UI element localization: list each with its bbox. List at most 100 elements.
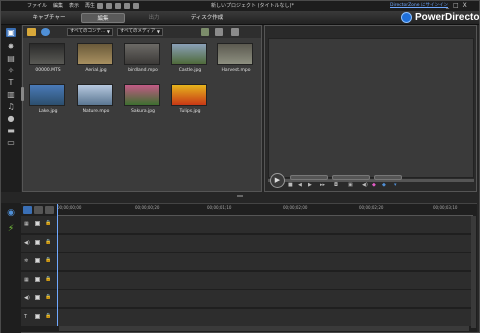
minimize-icon[interactable]: _ <box>446 2 449 10</box>
timeline-vertical-scrollbar[interactable] <box>471 216 476 328</box>
timeline-playhead[interactable] <box>57 204 58 326</box>
fast-forward-icon[interactable]: ▸▸ <box>320 182 325 188</box>
pip-room-icon[interactable]: ▤ <box>6 54 16 63</box>
3d-glasses-icon[interactable]: ◆ <box>372 182 376 188</box>
track-body[interactable] <box>58 308 471 326</box>
redo-icon[interactable] <box>133 3 139 9</box>
subtitle-room-icon[interactable]: ▭ <box>6 138 16 147</box>
track-lock-icon[interactable]: 🔒 <box>45 294 51 300</box>
panel-collapse-handle[interactable] <box>21 87 24 101</box>
title-bar: ファイル 編集 表示 再生 新しいプロジェクト (タイトルなし)* Direct… <box>1 1 479 11</box>
track-body[interactable] <box>58 253 471 270</box>
menu-file[interactable]: ファイル <box>27 2 47 10</box>
media-item[interactable]: Lake.jpg <box>29 84 67 115</box>
track-lock-icon[interactable]: 🔒 <box>45 257 51 263</box>
media-item[interactable]: 00000.MTS <box>29 43 67 74</box>
stop-icon[interactable]: ■ <box>288 182 293 188</box>
menu-view[interactable]: 表示 <box>69 2 79 10</box>
close-icon[interactable]: X <box>463 2 467 10</box>
transition-room-icon[interactable]: ▥ <box>6 90 16 99</box>
content-filter-dropdown[interactable]: すべてのコンテ... ▼ <box>67 28 113 36</box>
library-menu-icon[interactable] <box>201 28 209 36</box>
timeline-view-icon[interactable] <box>23 206 32 214</box>
play-button[interactable]: ▶ <box>270 173 285 188</box>
track-lock-icon[interactable]: 🔒 <box>45 220 51 226</box>
save-project-icon[interactable] <box>115 3 121 9</box>
timeline-horizontal-scrollbar[interactable] <box>59 326 469 331</box>
media-item[interactable]: Sakura.jpg <box>124 84 162 115</box>
track-header: ▦ 🔒 <box>21 271 57 289</box>
track-body[interactable] <box>58 290 471 307</box>
track-enable-checkbox[interactable] <box>35 258 40 263</box>
timeline-view-buttons <box>21 206 54 214</box>
preview-quality-icon[interactable]: ◆ <box>382 182 386 188</box>
timeline-ruler[interactable]: 00;00;00;00 00;00;00;20 00;00;01;10 00;00;0… <box>57 204 473 216</box>
undo-icon[interactable] <box>124 3 130 9</box>
particle-room-icon[interactable]: ✧ <box>6 66 16 75</box>
chapter-room-icon[interactable]: ▬ <box>6 126 16 135</box>
track-body[interactable] <box>58 234 471 252</box>
media-item[interactable]: birdland.mpo <box>124 43 162 74</box>
track-body[interactable] <box>58 271 471 289</box>
effect-room-icon[interactable]: ✸ <box>6 42 16 51</box>
media-item[interactable]: Aerial.jpg <box>77 43 115 74</box>
menu-edit[interactable]: 編集 <box>53 2 63 10</box>
track-enable-checkbox[interactable] <box>35 221 40 226</box>
snapshot-icon[interactable]: ◘ <box>334 182 338 188</box>
storyboard-mode-icon[interactable] <box>34 206 43 214</box>
fix-enhance-icon[interactable]: ⚡ <box>5 223 17 235</box>
media-item-label: Harvest.mpo <box>221 68 251 73</box>
clip-mode-toggle[interactable] <box>290 175 328 180</box>
open-project-icon[interactable] <box>106 3 112 9</box>
media-room-icon[interactable]: ▣ <box>6 28 16 37</box>
track-enable-checkbox[interactable] <box>35 295 40 300</box>
tab-capture[interactable]: キャプチャー <box>31 13 67 23</box>
storyboard-view-icon[interactable] <box>215 28 223 36</box>
track-enable-checkbox[interactable] <box>35 239 40 245</box>
track-header: ✲ 🔒 <box>21 253 57 270</box>
playback-controls: ▶ ■ ◀ ▶ ▸▸ ◘ ▣ ◀) ◆ ◆ ▾ <box>268 171 474 191</box>
track-manager-icon[interactable] <box>45 206 54 214</box>
media-item[interactable]: Castle.jpg <box>171 43 209 74</box>
download-media-icon[interactable] <box>41 28 50 36</box>
tab-edit[interactable]: 編集 <box>81 13 125 23</box>
track-lock-icon[interactable]: 🔒 <box>45 276 51 282</box>
audio-mixing-room-icon[interactable]: ♫ <box>6 102 16 111</box>
image-thumb <box>77 43 113 65</box>
track-enable-checkbox[interactable] <box>35 313 40 319</box>
brand-name: PowerDirector <box>415 12 480 23</box>
undock-icon[interactable]: ▾ <box>394 182 397 188</box>
media-item[interactable]: Tulips.jpg <box>171 84 209 115</box>
image-thumb <box>124 43 160 65</box>
maximize-icon[interactable]: □ <box>453 2 459 10</box>
track-lock-icon[interactable]: 🔒 <box>45 239 51 245</box>
3d-mode-icon[interactable]: ▣ <box>348 182 353 188</box>
media-item-label: Lake.jpg <box>38 109 58 114</box>
track-lock-icon[interactable]: 🔒 <box>45 313 51 319</box>
directorzone-signin-link[interactable]: DirectorZone にサインイン <box>390 2 448 10</box>
timeline-track: ◀) 🔒 <box>21 234 473 252</box>
menu-play[interactable]: 再生 <box>85 2 95 10</box>
title-room-icon[interactable]: T <box>6 78 16 87</box>
next-frame-icon[interactable]: ▶ <box>308 182 312 188</box>
previous-frame-icon[interactable]: ◀ <box>298 182 302 188</box>
tab-produce[interactable]: 出力 <box>139 13 169 23</box>
import-folder-icon[interactable] <box>27 28 36 36</box>
media-item-label: Castle.jpg <box>178 68 202 73</box>
thumbnail-view-icon[interactable] <box>231 28 239 36</box>
magic-tools-icon[interactable]: ◉ <box>5 207 17 219</box>
movie-mode-toggle[interactable] <box>332 175 370 180</box>
voice-over-room-icon[interactable]: ● <box>6 114 16 123</box>
room-toolbar: ▣ ✸ ▤ ✧ T ▥ ♫ ● ▬ ▭ <box>1 25 21 193</box>
panel-divider[interactable] <box>1 192 479 203</box>
media-item[interactable]: Nature.mpo <box>77 84 115 115</box>
track-body[interactable] <box>58 216 471 233</box>
media-filter-dropdown[interactable]: すべてのメディア ▼ <box>117 28 163 36</box>
new-project-icon[interactable] <box>97 3 103 9</box>
powerdirector-logo-icon <box>401 12 412 23</box>
track-enable-checkbox[interactable] <box>35 276 40 282</box>
media-item[interactable]: Harvest.mpo <box>217 43 255 74</box>
volume-icon[interactable]: ◀) <box>362 182 368 188</box>
tab-disc[interactable]: ディスク作成 <box>187 13 227 23</box>
effect-track-icon: ✲ <box>24 258 29 264</box>
